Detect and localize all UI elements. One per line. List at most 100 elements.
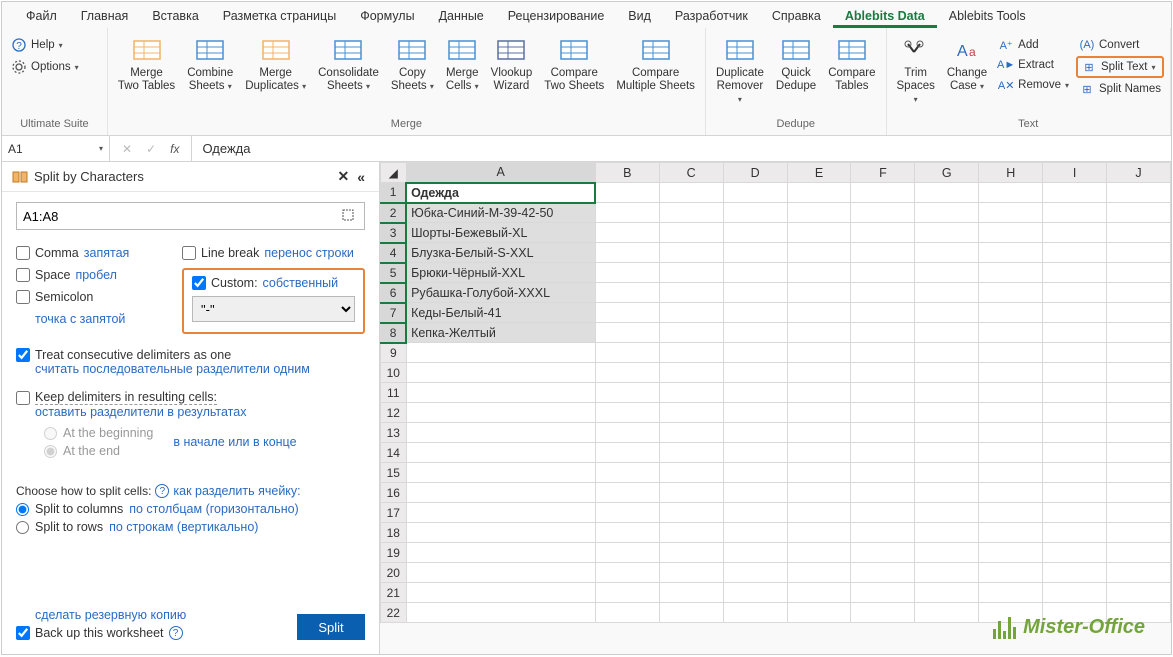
cell-J17[interactable]	[1107, 503, 1171, 523]
cell-B5[interactable]	[595, 263, 659, 283]
cell-F5[interactable]	[851, 263, 915, 283]
cell-E12[interactable]	[787, 403, 851, 423]
cell-C17[interactable]	[659, 503, 723, 523]
row-5[interactable]: 5	[381, 263, 407, 283]
cell-I20[interactable]	[1043, 563, 1107, 583]
space-checkbox[interactable]: Space пробел	[16, 268, 174, 282]
cell-J7[interactable]	[1107, 303, 1171, 323]
cell-H5[interactable]	[979, 263, 1043, 283]
cell-D11[interactable]	[723, 383, 787, 403]
cell-A5[interactable]: Брюки-Чёрный-XXL	[406, 263, 595, 283]
cell-A3[interactable]: Шорты-Бежевый-XL	[406, 223, 595, 243]
cell-F22[interactable]	[851, 603, 915, 623]
cell-I6[interactable]	[1043, 283, 1107, 303]
cell-F12[interactable]	[851, 403, 915, 423]
cell-I3[interactable]	[1043, 223, 1107, 243]
cell-F8[interactable]	[851, 323, 915, 343]
row-21[interactable]: 21	[381, 583, 407, 603]
cell-A6[interactable]: Рубашка-Голубой-XXXL	[406, 283, 595, 303]
menu-формулы[interactable]: Формулы	[348, 6, 426, 28]
cell-I22[interactable]	[1043, 603, 1107, 623]
split-rows-radio[interactable]: Split to rows по строкам (вертикально)	[16, 520, 365, 534]
cell-E7[interactable]	[787, 303, 851, 323]
cell-C2[interactable]	[659, 203, 723, 223]
ribbon-change-case[interactable]: AaChangeCase ▾	[943, 32, 991, 95]
cell-E20[interactable]	[787, 563, 851, 583]
cell-I10[interactable]	[1043, 363, 1107, 383]
ribbon-consolidate-sheets[interactable]: ConsolidateSheets ▾	[314, 32, 383, 95]
cell-B19[interactable]	[595, 543, 659, 563]
row-10[interactable]: 10	[381, 363, 407, 383]
ribbon-split-names[interactable]: ⊞Split Names	[1076, 80, 1164, 98]
help-icon[interactable]: ?	[169, 626, 183, 640]
col-D[interactable]: D	[723, 163, 787, 183]
menu-вид[interactable]: Вид	[616, 6, 663, 28]
cell-H22[interactable]	[979, 603, 1043, 623]
comma-checkbox[interactable]: Comma запятая	[16, 246, 174, 260]
row-11[interactable]: 11	[381, 383, 407, 403]
custom-checkbox[interactable]: Custom: собственный	[192, 276, 355, 290]
cell-H20[interactable]	[979, 563, 1043, 583]
cell-J11[interactable]	[1107, 383, 1171, 403]
close-icon[interactable]: ✕	[333, 168, 353, 185]
cell-H1[interactable]	[979, 183, 1043, 203]
cell-F1[interactable]	[851, 183, 915, 203]
cell-H7[interactable]	[979, 303, 1043, 323]
cell-F21[interactable]	[851, 583, 915, 603]
cell-B13[interactable]	[595, 423, 659, 443]
split-columns-radio[interactable]: Split to columns по столбцам (горизонтал…	[16, 502, 365, 516]
help-icon[interactable]: ?	[155, 484, 169, 498]
cell-D19[interactable]	[723, 543, 787, 563]
cell-G22[interactable]	[915, 603, 979, 623]
ribbon-split-text[interactable]: ⊞Split Text ▾	[1076, 56, 1164, 78]
cell-F6[interactable]	[851, 283, 915, 303]
cell-J1[interactable]	[1107, 183, 1171, 203]
cell-E18[interactable]	[787, 523, 851, 543]
cell-F3[interactable]	[851, 223, 915, 243]
cell-C16[interactable]	[659, 483, 723, 503]
fx-icon[interactable]: fx	[170, 142, 179, 156]
menu-файл[interactable]: Файл	[14, 6, 69, 28]
col-F[interactable]: F	[851, 163, 915, 183]
ribbon-convert[interactable]: (A)Convert	[1076, 36, 1164, 54]
cell-C22[interactable]	[659, 603, 723, 623]
ribbon-duplicate-remover[interactable]: DuplicateRemover ▾	[712, 32, 768, 109]
cell-B20[interactable]	[595, 563, 659, 583]
cell-C13[interactable]	[659, 423, 723, 443]
cell-I2[interactable]	[1043, 203, 1107, 223]
cell-G13[interactable]	[915, 423, 979, 443]
cell-G4[interactable]	[915, 243, 979, 263]
cell-G8[interactable]	[915, 323, 979, 343]
cell-F17[interactable]	[851, 503, 915, 523]
ribbon-merge-cells[interactable]: MergeCells ▾	[442, 32, 483, 95]
cell-A19[interactable]	[406, 543, 595, 563]
cell-C12[interactable]	[659, 403, 723, 423]
cell-C9[interactable]	[659, 343, 723, 363]
cell-E17[interactable]	[787, 503, 851, 523]
cell-A1[interactable]: Одежда	[406, 183, 595, 203]
cell-I17[interactable]	[1043, 503, 1107, 523]
cell-B2[interactable]	[595, 203, 659, 223]
cell-D20[interactable]	[723, 563, 787, 583]
cell-F11[interactable]	[851, 383, 915, 403]
cell-D9[interactable]	[723, 343, 787, 363]
cell-F13[interactable]	[851, 423, 915, 443]
cell-F20[interactable]	[851, 563, 915, 583]
cell-G10[interactable]	[915, 363, 979, 383]
menu-рецензирование[interactable]: Рецензирование	[496, 6, 617, 28]
cell-I13[interactable]	[1043, 423, 1107, 443]
cell-D13[interactable]	[723, 423, 787, 443]
range-field[interactable]	[23, 209, 340, 224]
cell-C10[interactable]	[659, 363, 723, 383]
cell-A16[interactable]	[406, 483, 595, 503]
cell-G15[interactable]	[915, 463, 979, 483]
treat-consecutive-checkbox[interactable]: Treat consecutive delimiters as one	[16, 348, 365, 362]
row-14[interactable]: 14	[381, 443, 407, 463]
cell-I11[interactable]	[1043, 383, 1107, 403]
cell-G20[interactable]	[915, 563, 979, 583]
cell-A13[interactable]	[406, 423, 595, 443]
cell-B17[interactable]	[595, 503, 659, 523]
col-H[interactable]: H	[979, 163, 1043, 183]
ribbon-remove[interactable]: A✕Remove ▾	[995, 76, 1072, 94]
cell-H11[interactable]	[979, 383, 1043, 403]
